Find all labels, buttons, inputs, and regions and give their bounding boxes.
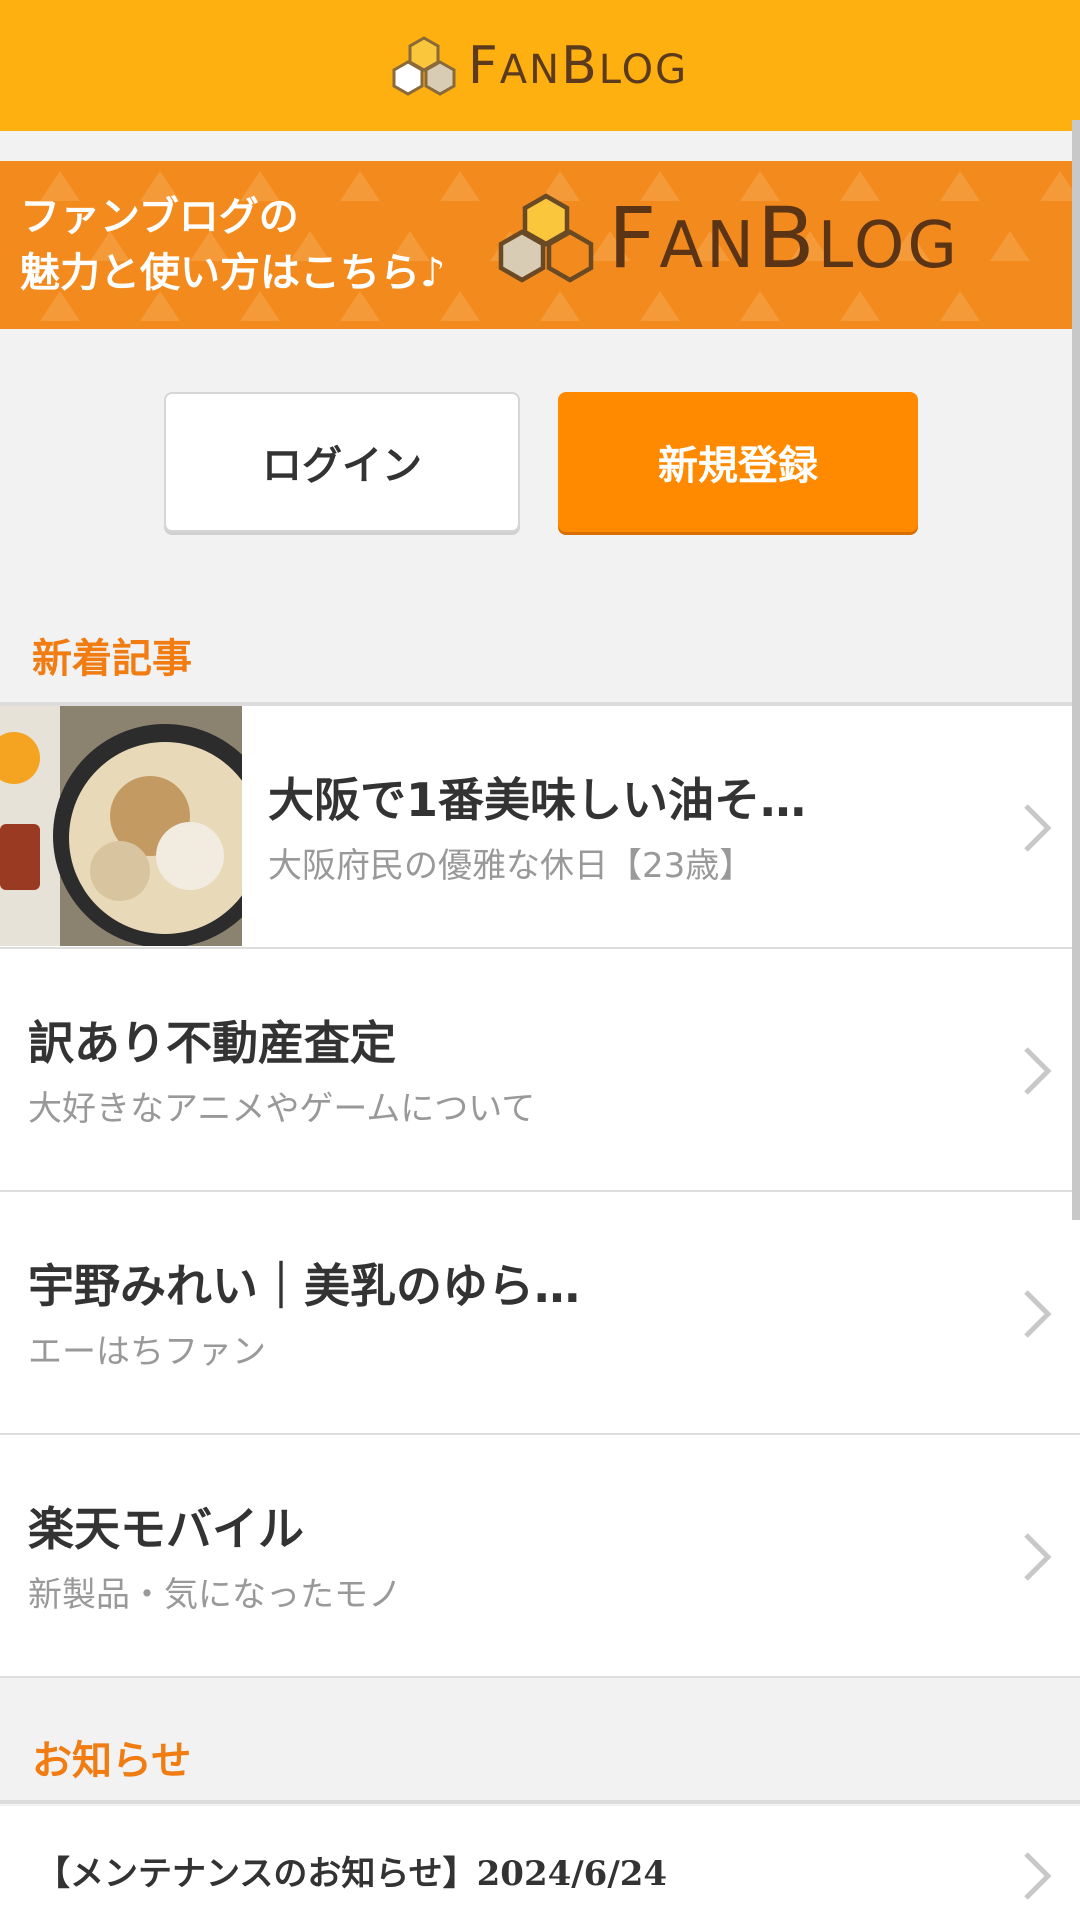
- banner-logo: FANBLOG: [498, 189, 960, 287]
- article-thumbnail: [0, 706, 242, 946]
- divider: [0, 1800, 1080, 1804]
- banner-line-2: 魅力と使い方はこちら♪: [20, 250, 446, 296]
- list-item[interactable]: 楽天モバイル 新製品・気になったモノ: [0, 1435, 1080, 1678]
- article-title: 宇野みれい｜美乳のゆら…: [28, 1259, 580, 1313]
- fanblog-logo[interactable]: FANBLOG: [392, 36, 688, 96]
- banner-line-1: ファンブログの: [20, 194, 299, 240]
- new-articles-title: 新着記事: [32, 636, 192, 682]
- list-item[interactable]: 宇野みれい｜美乳のゆら… エーはちファン: [0, 1192, 1080, 1435]
- blog-name: エーはちファン: [28, 1332, 266, 1372]
- logo-wordmark: FANBLOG: [467, 35, 689, 96]
- chevron-right-icon: [1024, 1533, 1052, 1581]
- chevron-right-icon: [1024, 1852, 1052, 1900]
- scrollbar[interactable]: [1072, 120, 1080, 1220]
- honeycomb-icon: [498, 193, 594, 283]
- news-title: お知らせ: [32, 1738, 192, 1784]
- list-item[interactable]: 訳あり不動産査定 大好きなアニメやゲームについて: [0, 949, 1080, 1192]
- banner-wordmark: FANBLOG: [608, 189, 960, 287]
- site-header: FANBLOG: [0, 0, 1080, 131]
- login-button[interactable]: ログイン: [164, 392, 520, 532]
- register-button[interactable]: 新規登録: [558, 392, 918, 532]
- blog-name: 大阪府民の優雅な休日【23歳】: [268, 846, 754, 886]
- fanblog-intro-banner[interactable]: ファンブログの 魅力と使い方はこちら♪ FANBLOG: [0, 161, 1080, 329]
- chevron-right-icon: [1024, 804, 1052, 852]
- chevron-right-icon: [1024, 1047, 1052, 1095]
- banner-copy: ファンブログの 魅力と使い方はこちら♪: [20, 189, 446, 301]
- blog-name: 大好きなアニメやゲームについて: [28, 1089, 536, 1129]
- article-title: 訳あり不動産査定: [28, 1016, 396, 1070]
- news-title-text: 【メンテナンスのお知らせ】2024/6/24: [36, 1854, 668, 1894]
- article-title: 楽天モバイル: [28, 1502, 304, 1556]
- chevron-right-icon: [1024, 1290, 1052, 1338]
- blog-name: 新製品・気になったモノ: [28, 1575, 402, 1615]
- honeycomb-icon: [392, 35, 456, 96]
- new-articles-list: 大阪で1番美味しい油そ… 大阪府民の優雅な休日【23歳】 訳あり不動産査定 大好…: [0, 706, 1080, 1678]
- news-item[interactable]: 【メンテナンスのお知らせ】2024/6/24: [0, 1806, 1080, 1920]
- article-title: 大阪で1番美味しい油そ…: [268, 773, 807, 827]
- page: FANBLOG ファンブログの 魅力と使い方はこちら♪ FANBLOG ログイン…: [0, 0, 1080, 1920]
- list-item[interactable]: 大阪で1番美味しい油そ… 大阪府民の優雅な休日【23歳】: [0, 706, 1080, 949]
